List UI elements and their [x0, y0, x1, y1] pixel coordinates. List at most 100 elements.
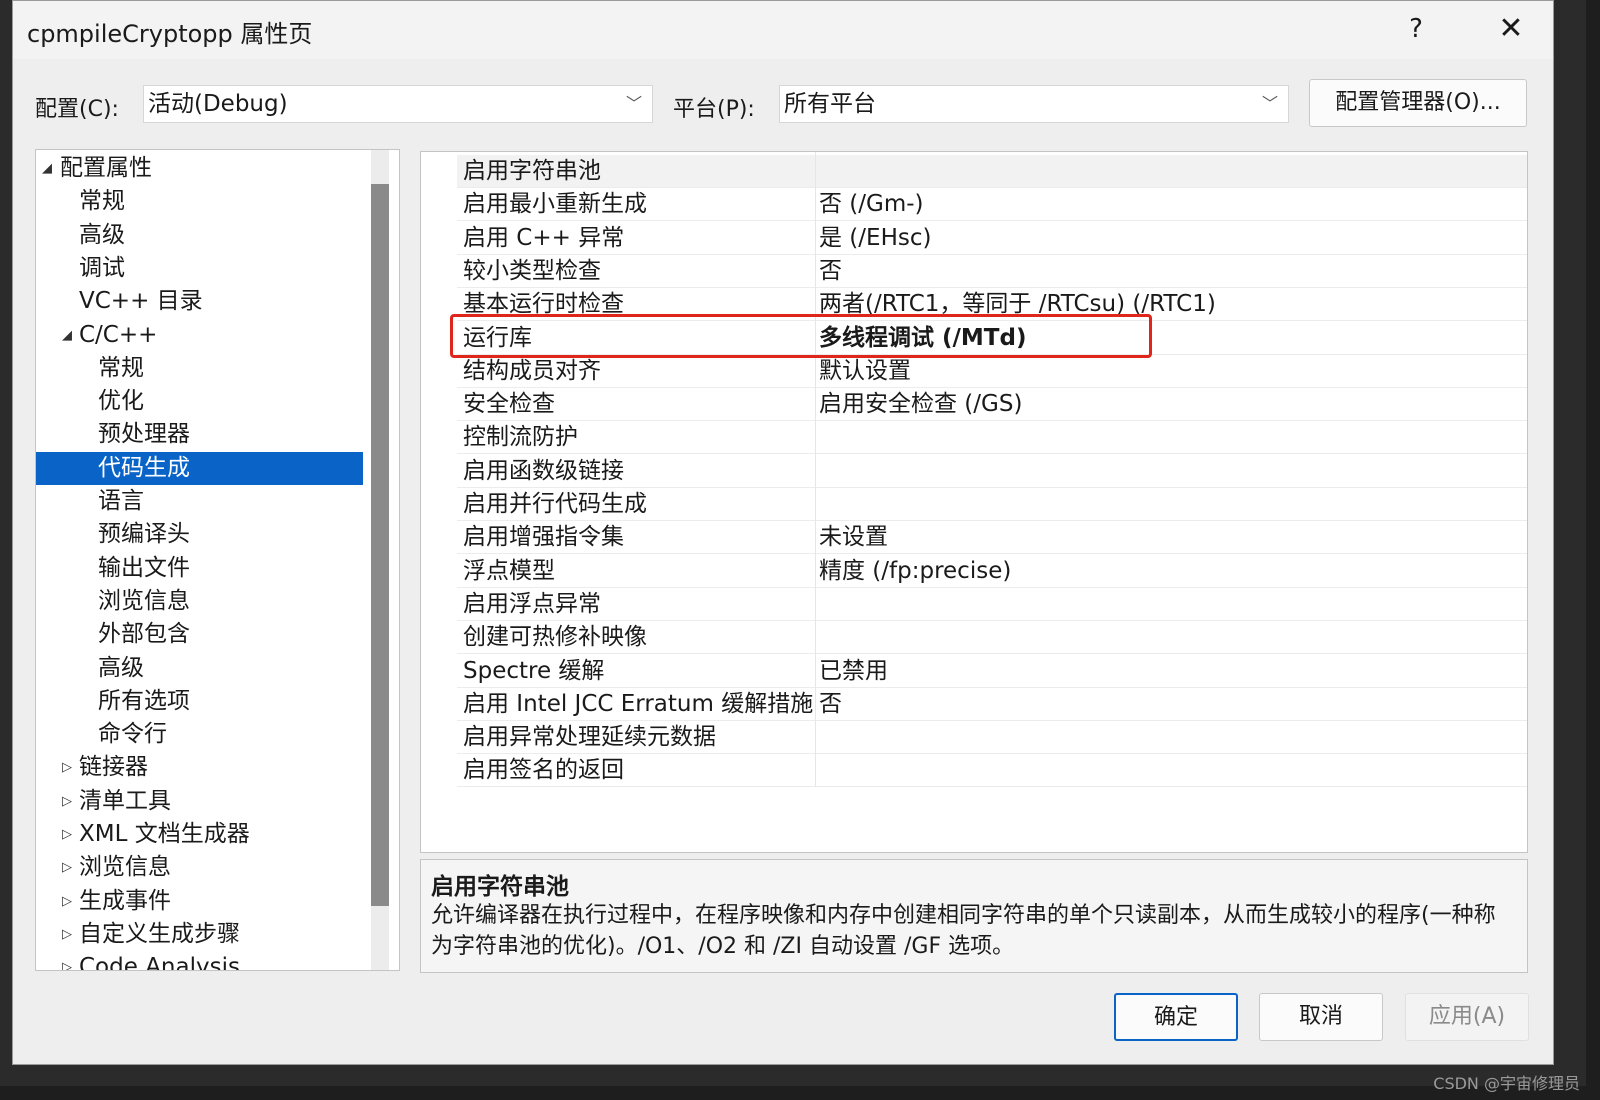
- tree-item[interactable]: 常规: [36, 185, 366, 218]
- expand-arrow-icon[interactable]: ▷: [62, 785, 72, 818]
- tree-item[interactable]: 命令行: [36, 718, 366, 751]
- settings-tree[interactable]: ◢ 配置属性 常规 高级 调试 VC++ 目录 ◢ C/C++ 常规 优化 预处理器 代码生成 语言 预编…: [35, 149, 400, 971]
- collapse-arrow-icon[interactable]: ◢: [62, 319, 72, 352]
- tree-item-label: 预编译头: [98, 521, 190, 548]
- tree-item[interactable]: ▷ 清单工具: [36, 785, 366, 818]
- config-manager-button[interactable]: 配置管理器(O)...: [1309, 79, 1527, 127]
- tree-item[interactable]: ◢ C/C++: [36, 319, 366, 352]
- tree-item-label: 高级: [98, 654, 144, 681]
- tree-item[interactable]: 所有选项: [36, 685, 366, 718]
- tree-item[interactable]: 浏览信息: [36, 585, 366, 618]
- help-button[interactable]: ?: [1393, 9, 1439, 49]
- tree-item[interactable]: VC++ 目录: [36, 285, 366, 318]
- tree-item[interactable]: ▷ 生成事件: [36, 885, 366, 918]
- property-name: 启用 C++ 异常: [463, 224, 625, 251]
- property-row[interactable]: Spectre 缓解 已禁用: [457, 655, 1527, 688]
- tree-item[interactable]: 高级: [36, 219, 366, 252]
- property-row[interactable]: 启用字符串池: [457, 155, 1527, 188]
- property-value[interactable]: 精度 (/fp:precise): [819, 555, 1011, 588]
- chevron-down-icon: ﹀: [1261, 94, 1278, 113]
- property-row[interactable]: 启用浮点异常: [457, 588, 1527, 621]
- tree-item[interactable]: 输出文件: [36, 552, 366, 585]
- platform-combobox-value: 所有平台: [784, 91, 876, 117]
- tree-item[interactable]: ▷ 链接器: [36, 751, 366, 784]
- watermark: CSDN @宇宙修理员: [1433, 1074, 1580, 1093]
- tree-item[interactable]: 高级: [36, 652, 366, 685]
- tree-item[interactable]: 优化: [36, 385, 366, 418]
- property-row[interactable]: 创建可热修补映像: [457, 621, 1527, 655]
- property-value[interactable]: 启用安全检查 (/GS): [819, 388, 1022, 421]
- property-value[interactable]: 否: [819, 255, 842, 288]
- tree-item-label: 自定义生成步骤: [79, 920, 240, 947]
- tree-item[interactable]: ▷ 自定义生成步骤: [36, 918, 366, 951]
- tree-item[interactable]: 常规: [36, 352, 366, 385]
- background-edge: [1586, 0, 1600, 1100]
- property-row[interactable]: 安全检查 启用安全检查 (/GS): [457, 388, 1527, 422]
- tree-item[interactable]: 调试: [36, 252, 366, 285]
- property-row[interactable]: 启用签名的返回: [457, 754, 1527, 788]
- property-row[interactable]: 启用增强指令集 未设置: [457, 521, 1527, 555]
- cancel-button[interactable]: 取消: [1259, 993, 1383, 1041]
- tree-item-label: 调试: [79, 254, 125, 281]
- property-name: 启用签名的返回: [463, 757, 624, 784]
- expand-arrow-icon[interactable]: ▷: [62, 918, 72, 951]
- property-row[interactable]: 启用并行代码生成: [457, 488, 1527, 521]
- column-divider[interactable]: [815, 152, 816, 787]
- expand-arrow-icon[interactable]: ▷: [62, 818, 72, 851]
- property-value[interactable]: 否: [819, 688, 842, 721]
- tree-item[interactable]: ▷ XML 文档生成器: [36, 818, 366, 851]
- close-button[interactable]: ✕: [1488, 9, 1534, 49]
- property-name: 结构成员对齐: [463, 357, 601, 384]
- tree-item[interactable]: ◢ 配置属性: [36, 152, 366, 185]
- tree-scrollbar-thumb[interactable]: [371, 184, 389, 906]
- property-pages-dialog: cpmpileCryptopp 属性页 ? ✕ 配置(C): 活动(Debug)…: [12, 0, 1554, 1065]
- tree-item-label: 预处理器: [98, 421, 190, 448]
- expand-arrow-icon[interactable]: ▷: [62, 951, 72, 970]
- property-row[interactable]: 启用 Intel JCC Erratum 缓解措施否: [457, 688, 1527, 721]
- description-panel: 启用字符串池 允许编译器在执行过程中，在程序映像和内存中创建相同字符串的单个只读…: [420, 859, 1528, 973]
- tree-item[interactable]: 代码生成: [36, 451, 363, 485]
- tree-item-label: 命令行: [98, 721, 167, 748]
- property-row[interactable]: 控制流防护: [457, 421, 1527, 455]
- apply-button[interactable]: 应用(A): [1405, 993, 1529, 1041]
- property-grid[interactable]: 启用字符串池启用最小重新生成 否 (/Gm-) 启用 C++ 异常 是 (/EHsc)…: [420, 151, 1528, 853]
- property-row[interactable]: 浮点模型 精度 (/fp:precise): [457, 555, 1527, 588]
- config-label: 配置(C):: [35, 97, 119, 122]
- property-name: 启用并行代码生成: [463, 491, 647, 517]
- property-row[interactable]: 较小类型检查 否: [457, 255, 1527, 288]
- platform-combobox[interactable]: 所有平台 ﹀: [779, 85, 1289, 123]
- property-row[interactable]: 结构成员对齐 默认设置: [457, 355, 1527, 388]
- tree-item-label: 浏览信息: [79, 854, 171, 881]
- tree-item-label: 语言: [98, 488, 144, 514]
- tree-item-label: VC++ 目录: [79, 288, 203, 315]
- property-value[interactable]: 已禁用: [819, 655, 888, 688]
- platform-label: 平台(P):: [673, 97, 755, 122]
- property-name: 创建可热修补映像: [463, 624, 647, 651]
- expand-arrow-icon[interactable]: ▷: [62, 885, 72, 918]
- property-name: 启用增强指令集: [463, 524, 624, 551]
- property-name: 启用字符串池: [463, 158, 601, 184]
- tree-item-label: Code Analysis: [79, 954, 240, 971]
- collapse-arrow-icon[interactable]: ◢: [42, 152, 52, 185]
- property-row[interactable]: 启用异常处理延续元数据: [457, 721, 1527, 755]
- property-name: 较小类型检查: [463, 257, 601, 284]
- expand-arrow-icon[interactable]: ▷: [62, 851, 72, 884]
- property-value[interactable]: 默认设置: [819, 355, 911, 388]
- tree-item[interactable]: ▷ 浏览信息: [36, 851, 366, 884]
- tree-item[interactable]: 预处理器: [36, 418, 366, 451]
- description-title: 启用字符串池: [431, 874, 569, 900]
- property-value[interactable]: 是 (/EHsc): [819, 222, 931, 255]
- tree-item[interactable]: 语言: [36, 485, 366, 518]
- tree-item-label: 配置属性: [60, 155, 152, 181]
- property-row[interactable]: 启用 C++ 异常 是 (/EHsc): [457, 222, 1527, 255]
- property-row[interactable]: 启用最小重新生成 否 (/Gm-): [457, 188, 1527, 222]
- tree-item[interactable]: ▷ Code Analysis: [36, 951, 366, 971]
- config-combobox[interactable]: 活动(Debug) ﹀: [143, 85, 653, 123]
- expand-arrow-icon[interactable]: ▷: [62, 751, 72, 784]
- property-value[interactable]: 未设置: [819, 521, 888, 554]
- tree-item[interactable]: 预编译头: [36, 518, 366, 551]
- ok-button[interactable]: 确定: [1114, 993, 1238, 1041]
- tree-item[interactable]: 外部包含: [36, 618, 366, 651]
- property-value[interactable]: 否 (/Gm-): [819, 188, 924, 221]
- property-row[interactable]: 启用函数级链接: [457, 455, 1527, 488]
